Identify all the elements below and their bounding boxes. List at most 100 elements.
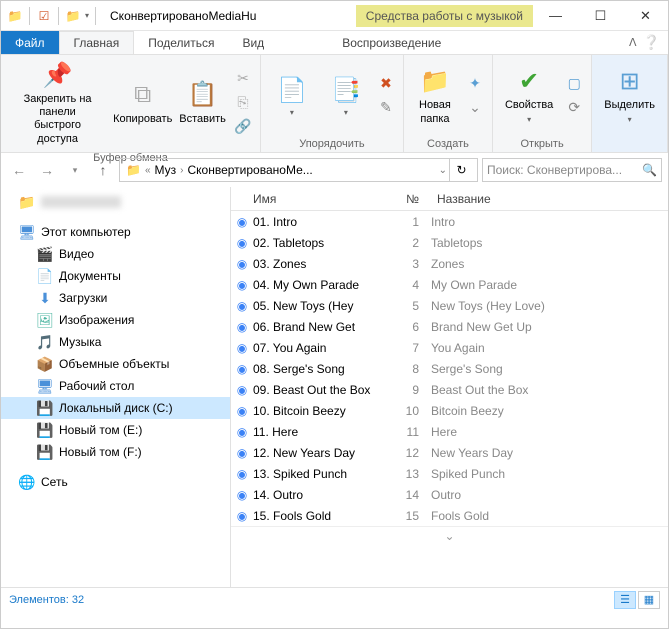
history-icon[interactable]: ⟳ xyxy=(563,97,585,119)
up-button[interactable]: ↑ xyxy=(91,158,115,182)
close-button[interactable]: ✕ xyxy=(623,1,668,31)
tree-item-desktop[interactable]: 🖥 Рабочий стол xyxy=(1,375,230,397)
file-row[interactable]: ◉01. Intro1Intro xyxy=(231,211,668,232)
rename-icon[interactable]: ✎ xyxy=(375,97,397,119)
recent-dropdown[interactable]: ▾ xyxy=(63,158,87,182)
copy-path-icon[interactable]: ⎘ xyxy=(232,91,254,113)
column-name[interactable]: Имя xyxy=(231,192,391,206)
tree-item-documents[interactable]: 📄 Документы xyxy=(1,265,230,287)
tab-playback[interactable]: Воспроизведение xyxy=(328,31,455,54)
context-tab-header: Средства работы с музыкой xyxy=(356,5,533,27)
collapse-ribbon-icon[interactable]: ᐱ xyxy=(629,36,637,49)
column-title[interactable]: Название xyxy=(431,192,668,206)
open-icon[interactable]: ▢ xyxy=(563,73,585,95)
file-row[interactable]: ◉05. New Toys (Hey5New Toys (Hey Love) xyxy=(231,295,668,316)
chevron-down-icon: ▾ xyxy=(290,108,294,117)
breadcrumb-seg[interactable]: СконвертированоМе... xyxy=(186,163,315,177)
tree-item-downloads[interactable]: ⬇ Загрузки xyxy=(1,287,230,309)
breadcrumb[interactable]: 📁 « Муз › СконвертированоМе... ⌄ ↻ xyxy=(119,158,478,182)
chevron-icon[interactable]: ⌄ xyxy=(437,165,449,176)
copyto-button[interactable]: 📑 ▾ xyxy=(321,72,371,119)
scroll-indicator[interactable]: ⌄ xyxy=(231,526,668,544)
pin-quickaccess-button[interactable]: 📌 Закрепить на панели быстрого доступа xyxy=(7,57,108,148)
file-number: 10 xyxy=(391,404,431,418)
select-button[interactable]: ⊞ Выделить ▾ xyxy=(598,63,661,127)
file-row[interactable]: ◉11. Here11Here xyxy=(231,421,668,442)
file-row[interactable]: ◉10. Bitcoin Beezy10Bitcoin Beezy xyxy=(231,400,668,421)
maximize-button[interactable]: ☐ xyxy=(578,1,623,31)
file-row[interactable]: ◉03. Zones3Zones xyxy=(231,253,668,274)
file-row[interactable]: ◉07. You Again7You Again xyxy=(231,337,668,358)
file-row[interactable]: ◉14. Outro14Outro xyxy=(231,484,668,505)
tree-item-network[interactable]: 🌐 Сеть xyxy=(1,471,230,493)
refresh-button[interactable]: ↻ xyxy=(449,159,473,181)
qat-dropdown[interactable]: ▾ xyxy=(85,11,89,20)
back-button[interactable]: ← xyxy=(7,158,31,182)
easy-access-icon[interactable]: ⌄ xyxy=(464,97,486,119)
file-row[interactable]: ◉09. Beast Out the Box9Beast Out the Box xyxy=(231,379,668,400)
column-number[interactable]: № xyxy=(391,192,431,206)
tree-item-volume-f[interactable]: 💾 Новый том (F:) xyxy=(1,441,230,463)
file-row[interactable]: ◉06. Brand New Get6Brand New Get Up xyxy=(231,316,668,337)
file-row[interactable]: ◉13. Spiked Punch13Spiked Punch xyxy=(231,463,668,484)
tree-item-pictures[interactable]: 🖼 Изображения xyxy=(1,309,230,331)
file-row[interactable]: ◉15. Fools Gold15Fools Gold xyxy=(231,505,668,526)
new-folder-button[interactable]: 📁 Новая папка xyxy=(410,63,460,127)
minimize-button[interactable]: — xyxy=(533,1,578,31)
tree-item-local-disk[interactable]: 💾 Локальный диск (C:) xyxy=(1,397,230,419)
file-title: Serge's Song xyxy=(431,362,668,376)
video-icon: 🎬 xyxy=(37,246,53,262)
main-area: 📁 🖥 Этот компьютер 🎬 Видео 📄 Документы ⬇… xyxy=(1,187,668,587)
file-name: 11. Here xyxy=(249,425,391,439)
navigation-pane[interactable]: 📁 🖥 Этот компьютер 🎬 Видео 📄 Документы ⬇… xyxy=(1,187,231,587)
help-icon[interactable]: ❔ xyxy=(643,34,660,51)
file-title: New Toys (Hey Love) xyxy=(431,299,668,313)
tab-share[interactable]: Поделиться xyxy=(134,31,228,54)
file-row[interactable]: ◉02. Tabletops2Tabletops xyxy=(231,232,668,253)
chevron-icon[interactable]: « xyxy=(143,165,153,176)
new-item-icon[interactable]: ✦ xyxy=(464,73,486,95)
moveto-button[interactable]: 📄 ▾ xyxy=(267,72,317,119)
breadcrumb-seg[interactable]: Муз xyxy=(153,163,179,177)
tab-view[interactable]: Вид xyxy=(228,31,278,54)
file-row[interactable]: ◉12. New Years Day12New Years Day xyxy=(231,442,668,463)
window-title: СконвертированоMediaHu xyxy=(104,9,356,23)
tab-main[interactable]: Главная xyxy=(59,31,135,54)
tree-item-3dobjects[interactable]: 📦 Объемные объекты xyxy=(1,353,230,375)
chevron-icon[interactable]: › xyxy=(178,165,185,176)
tree-item-videos[interactable]: 🎬 Видео xyxy=(1,243,230,265)
file-title: You Again xyxy=(431,341,668,355)
paste-icon: 📋 xyxy=(187,79,219,111)
checkmark-icon[interactable]: ☑ xyxy=(36,8,52,24)
tree-item[interactable]: 📁 xyxy=(1,191,230,213)
file-list[interactable]: Имя № Название ◉01. Intro1Intro◉02. Tabl… xyxy=(231,187,668,587)
audio-file-icon: ◉ xyxy=(231,383,249,397)
icons-view-button[interactable]: ▦ xyxy=(638,591,660,609)
file-number: 7 xyxy=(391,341,431,355)
tree-item-volume-e[interactable]: 💾 Новый том (E:) xyxy=(1,419,230,441)
status-bar: Элементов: 32 ☰ ▦ xyxy=(1,587,668,611)
tab-file[interactable]: Файл xyxy=(1,31,59,54)
titlebar: 📁 ☑ 📁 ▾ СконвертированоMediaHu Средства … xyxy=(1,1,668,31)
file-number: 8 xyxy=(391,362,431,376)
audio-file-icon: ◉ xyxy=(231,215,249,229)
file-row[interactable]: ◉04. My Own Parade4My Own Parade xyxy=(231,274,668,295)
forward-button[interactable]: → xyxy=(35,158,59,182)
search-box[interactable]: Поиск: Сконвертирова... 🔍 xyxy=(482,158,662,182)
file-row[interactable]: ◉08. Serge's Song8Serge's Song xyxy=(231,358,668,379)
cut-icon[interactable]: ✂ xyxy=(232,67,254,89)
paste-button[interactable]: 📋 Вставить xyxy=(177,77,228,128)
delete-icon[interactable]: ✖ xyxy=(375,73,397,95)
copy-button[interactable]: ⧉ Копировать xyxy=(112,77,173,128)
details-view-button[interactable]: ☰ xyxy=(614,591,636,609)
paste-shortcut-icon[interactable]: 🔗 xyxy=(232,115,254,137)
tree-item-this-pc[interactable]: 🖥 Этот компьютер xyxy=(1,221,230,243)
properties-button[interactable]: ✔ Свойства ▾ xyxy=(499,63,559,127)
quick-access-toolbar: 📁 ☑ 📁 ▾ xyxy=(1,7,104,25)
audio-file-icon: ◉ xyxy=(231,236,249,250)
tree-item-music[interactable]: 🎵 Музыка xyxy=(1,331,230,353)
file-title: Beast Out the Box xyxy=(431,383,668,397)
desktop-icon: 🖥 xyxy=(37,378,53,394)
folder-icon[interactable]: 📁 xyxy=(65,8,81,24)
ribbon-group-select: ⊞ Выделить ▾ xyxy=(592,55,668,152)
